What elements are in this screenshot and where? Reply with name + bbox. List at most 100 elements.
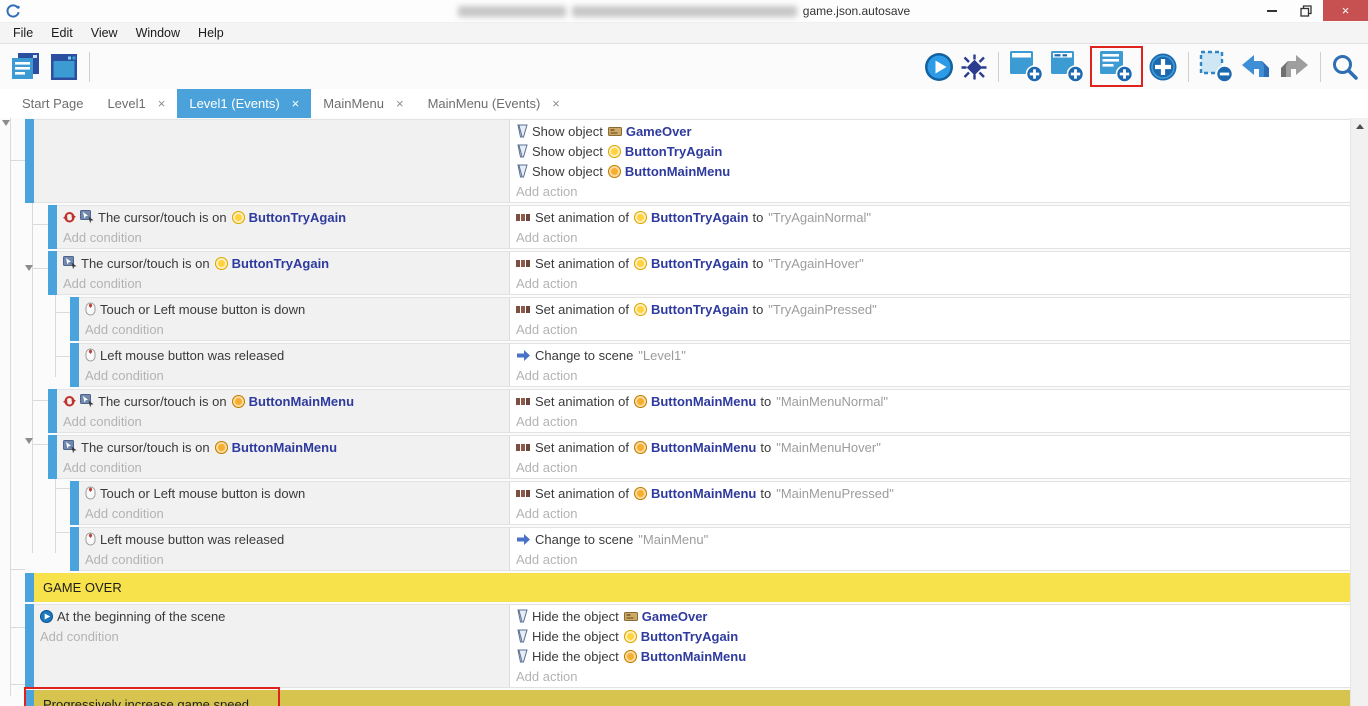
add-action[interactable]: Add action xyxy=(516,365,1344,385)
condition[interactable]: The cursor/touch is onButtonMainMenu xyxy=(63,437,503,457)
add-more-button[interactable] xyxy=(1148,52,1178,82)
action[interactable]: Show objectButtonMainMenu xyxy=(516,161,1344,181)
event-drag-handle[interactable] xyxy=(70,481,79,525)
add-condition[interactable]: Add condition xyxy=(85,549,503,569)
condition[interactable]: Touch or Left mouse button is down xyxy=(85,299,503,319)
actions-cell[interactable]: Set animation ofButtonMainMenuto"MainMen… xyxy=(509,389,1351,433)
action[interactable]: Hide the objectButtonTryAgain xyxy=(516,626,1344,646)
search-button[interactable] xyxy=(1331,53,1359,81)
debug-button[interactable] xyxy=(960,53,988,81)
tab-close-icon[interactable]: × xyxy=(158,96,166,111)
conditions-cell[interactable]: The cursor/touch is onButtonMainMenu Add… xyxy=(57,435,509,479)
action[interactable]: Hide the objectButtonMainMenu xyxy=(516,646,1344,666)
conditions-cell[interactable]: Left mouse button was released Add condi… xyxy=(79,343,509,387)
conditions-cell[interactable]: Touch or Left mouse button is down Add c… xyxy=(79,297,509,341)
add-action[interactable]: Add action xyxy=(516,457,1344,477)
event-drag-handle[interactable] xyxy=(25,573,34,602)
action[interactable]: Set animation ofButtonMainMenuto"MainMen… xyxy=(516,391,1344,411)
condition[interactable]: At the beginning of the scene xyxy=(40,606,503,626)
condition[interactable]: The cursor/touch is onButtonTryAgain xyxy=(63,253,503,273)
add-condition[interactable]: Add condition xyxy=(63,457,503,477)
redo-button[interactable] xyxy=(1278,53,1310,81)
conditions-cell[interactable]: At the beginning of the scene Add condit… xyxy=(34,604,509,688)
comment-text[interactable]: Progressively increase game speed xyxy=(34,690,1351,706)
menu-window[interactable]: Window xyxy=(127,23,189,43)
add-action[interactable]: Add action xyxy=(516,319,1344,339)
action[interactable]: Change to scene"MainMenu" xyxy=(516,529,1344,549)
add-action[interactable]: Add action xyxy=(516,666,1344,686)
conditions-cell[interactable]: The cursor/touch is onButtonTryAgain Add… xyxy=(57,251,509,295)
conditions-cell[interactable]: The cursor/touch is onButtonTryAgain Add… xyxy=(57,205,509,249)
menu-edit[interactable]: Edit xyxy=(42,23,82,43)
action[interactable]: Show objectGameOver xyxy=(516,121,1344,141)
add-sub-event-button[interactable] xyxy=(1050,50,1085,83)
conditions-cell[interactable] xyxy=(34,119,509,203)
action[interactable]: Set animation ofButtonMainMenuto"MainMen… xyxy=(516,437,1344,457)
action[interactable]: Show objectButtonTryAgain xyxy=(516,141,1344,161)
actions-cell[interactable]: Show objectGameOver Show objectButtonTry… xyxy=(509,119,1351,203)
tab-level1-events[interactable]: Level1 (Events)× xyxy=(177,89,311,118)
actions-cell[interactable]: Set animation ofButtonTryAgainto"TryAgai… xyxy=(509,297,1351,341)
vertical-scrollbar[interactable] xyxy=(1350,118,1368,706)
add-action[interactable]: Add action xyxy=(516,227,1344,247)
event-drag-handle[interactable] xyxy=(48,251,57,295)
add-condition[interactable]: Add condition xyxy=(85,503,503,523)
conditions-cell[interactable]: Left mouse button was released Add condi… xyxy=(79,527,509,571)
condition[interactable]: The cursor/touch is onButtonTryAgain xyxy=(63,207,503,227)
comment-row-selected[interactable]: Progressively increase game speed xyxy=(25,690,1351,706)
add-condition[interactable]: Add condition xyxy=(40,626,503,646)
actions-cell[interactable]: Change to scene"Level1" Add action xyxy=(509,343,1351,387)
actions-cell[interactable]: Set animation ofButtonMainMenuto"MainMen… xyxy=(509,481,1351,525)
project-manager-button[interactable] xyxy=(9,51,43,83)
event-drag-handle[interactable] xyxy=(48,389,57,433)
actions-cell[interactable]: Change to scene"MainMenu" Add action xyxy=(509,527,1351,571)
event-drag-handle[interactable] xyxy=(25,690,34,706)
add-condition[interactable]: Add condition xyxy=(63,411,503,431)
event-drag-handle[interactable] xyxy=(25,604,34,688)
action[interactable]: Set animation ofButtonMainMenuto"MainMen… xyxy=(516,483,1344,503)
add-action[interactable]: Add action xyxy=(516,411,1344,431)
menu-file[interactable]: File xyxy=(4,23,42,43)
menu-view[interactable]: View xyxy=(82,23,127,43)
add-condition[interactable]: Add condition xyxy=(63,227,503,247)
tab-close-icon[interactable]: × xyxy=(292,96,300,111)
tab-close-icon[interactable]: × xyxy=(552,96,560,111)
actions-cell[interactable]: Set animation ofButtonMainMenuto"MainMen… xyxy=(509,435,1351,479)
add-condition[interactable]: Add condition xyxy=(85,319,503,339)
tab-mainmenu[interactable]: MainMenu× xyxy=(311,89,415,118)
comment-text[interactable]: GAME OVER xyxy=(34,573,1351,602)
menu-help[interactable]: Help xyxy=(189,23,233,43)
scroll-up-button[interactable] xyxy=(1351,118,1368,135)
condition[interactable]: The cursor/touch is onButtonMainMenu xyxy=(63,391,503,411)
event-drag-handle[interactable] xyxy=(48,435,57,479)
minimize-button[interactable] xyxy=(1255,0,1289,21)
conditions-cell[interactable]: The cursor/touch is onButtonMainMenu Add… xyxy=(57,389,509,433)
add-condition[interactable]: Add condition xyxy=(85,365,503,385)
add-condition[interactable]: Add condition xyxy=(63,273,503,293)
tab-mainmenu-events[interactable]: MainMenu (Events)× xyxy=(416,89,572,118)
close-button[interactable]: × xyxy=(1323,0,1368,21)
action[interactable]: Set animation ofButtonTryAgainto"TryAgai… xyxy=(516,253,1344,273)
actions-cell[interactable]: Set animation ofButtonTryAgainto"TryAgai… xyxy=(509,205,1351,249)
add-action[interactable]: Add action xyxy=(516,273,1344,293)
event-drag-handle[interactable] xyxy=(70,527,79,571)
conditions-cell[interactable]: Touch or Left mouse button is down Add c… xyxy=(79,481,509,525)
scene-editor-button[interactable] xyxy=(49,52,79,82)
condition[interactable]: Left mouse button was released xyxy=(85,345,503,365)
condition[interactable]: Left mouse button was released xyxy=(85,529,503,549)
action[interactable]: Change to scene"Level1" xyxy=(516,345,1344,365)
add-action[interactable]: Add action xyxy=(516,549,1344,569)
action[interactable]: Set animation ofButtonTryAgainto"TryAgai… xyxy=(516,299,1344,319)
tab-close-icon[interactable]: × xyxy=(396,96,404,111)
action[interactable]: Hide the objectGameOver xyxy=(516,606,1344,626)
remove-event-button[interactable] xyxy=(1199,50,1234,83)
comment-row[interactable]: GAME OVER xyxy=(25,573,1351,602)
actions-cell[interactable]: Set animation ofButtonTryAgainto"TryAgai… xyxy=(509,251,1351,295)
event-drag-handle[interactable] xyxy=(48,205,57,249)
event-drag-handle[interactable] xyxy=(70,297,79,341)
undo-button[interactable] xyxy=(1240,53,1272,81)
event-drag-handle[interactable] xyxy=(25,119,34,203)
tab-level1[interactable]: Level1× xyxy=(95,89,177,118)
restore-button[interactable] xyxy=(1289,0,1323,21)
actions-cell[interactable]: Hide the objectGameOver Hide the objectB… xyxy=(509,604,1351,688)
